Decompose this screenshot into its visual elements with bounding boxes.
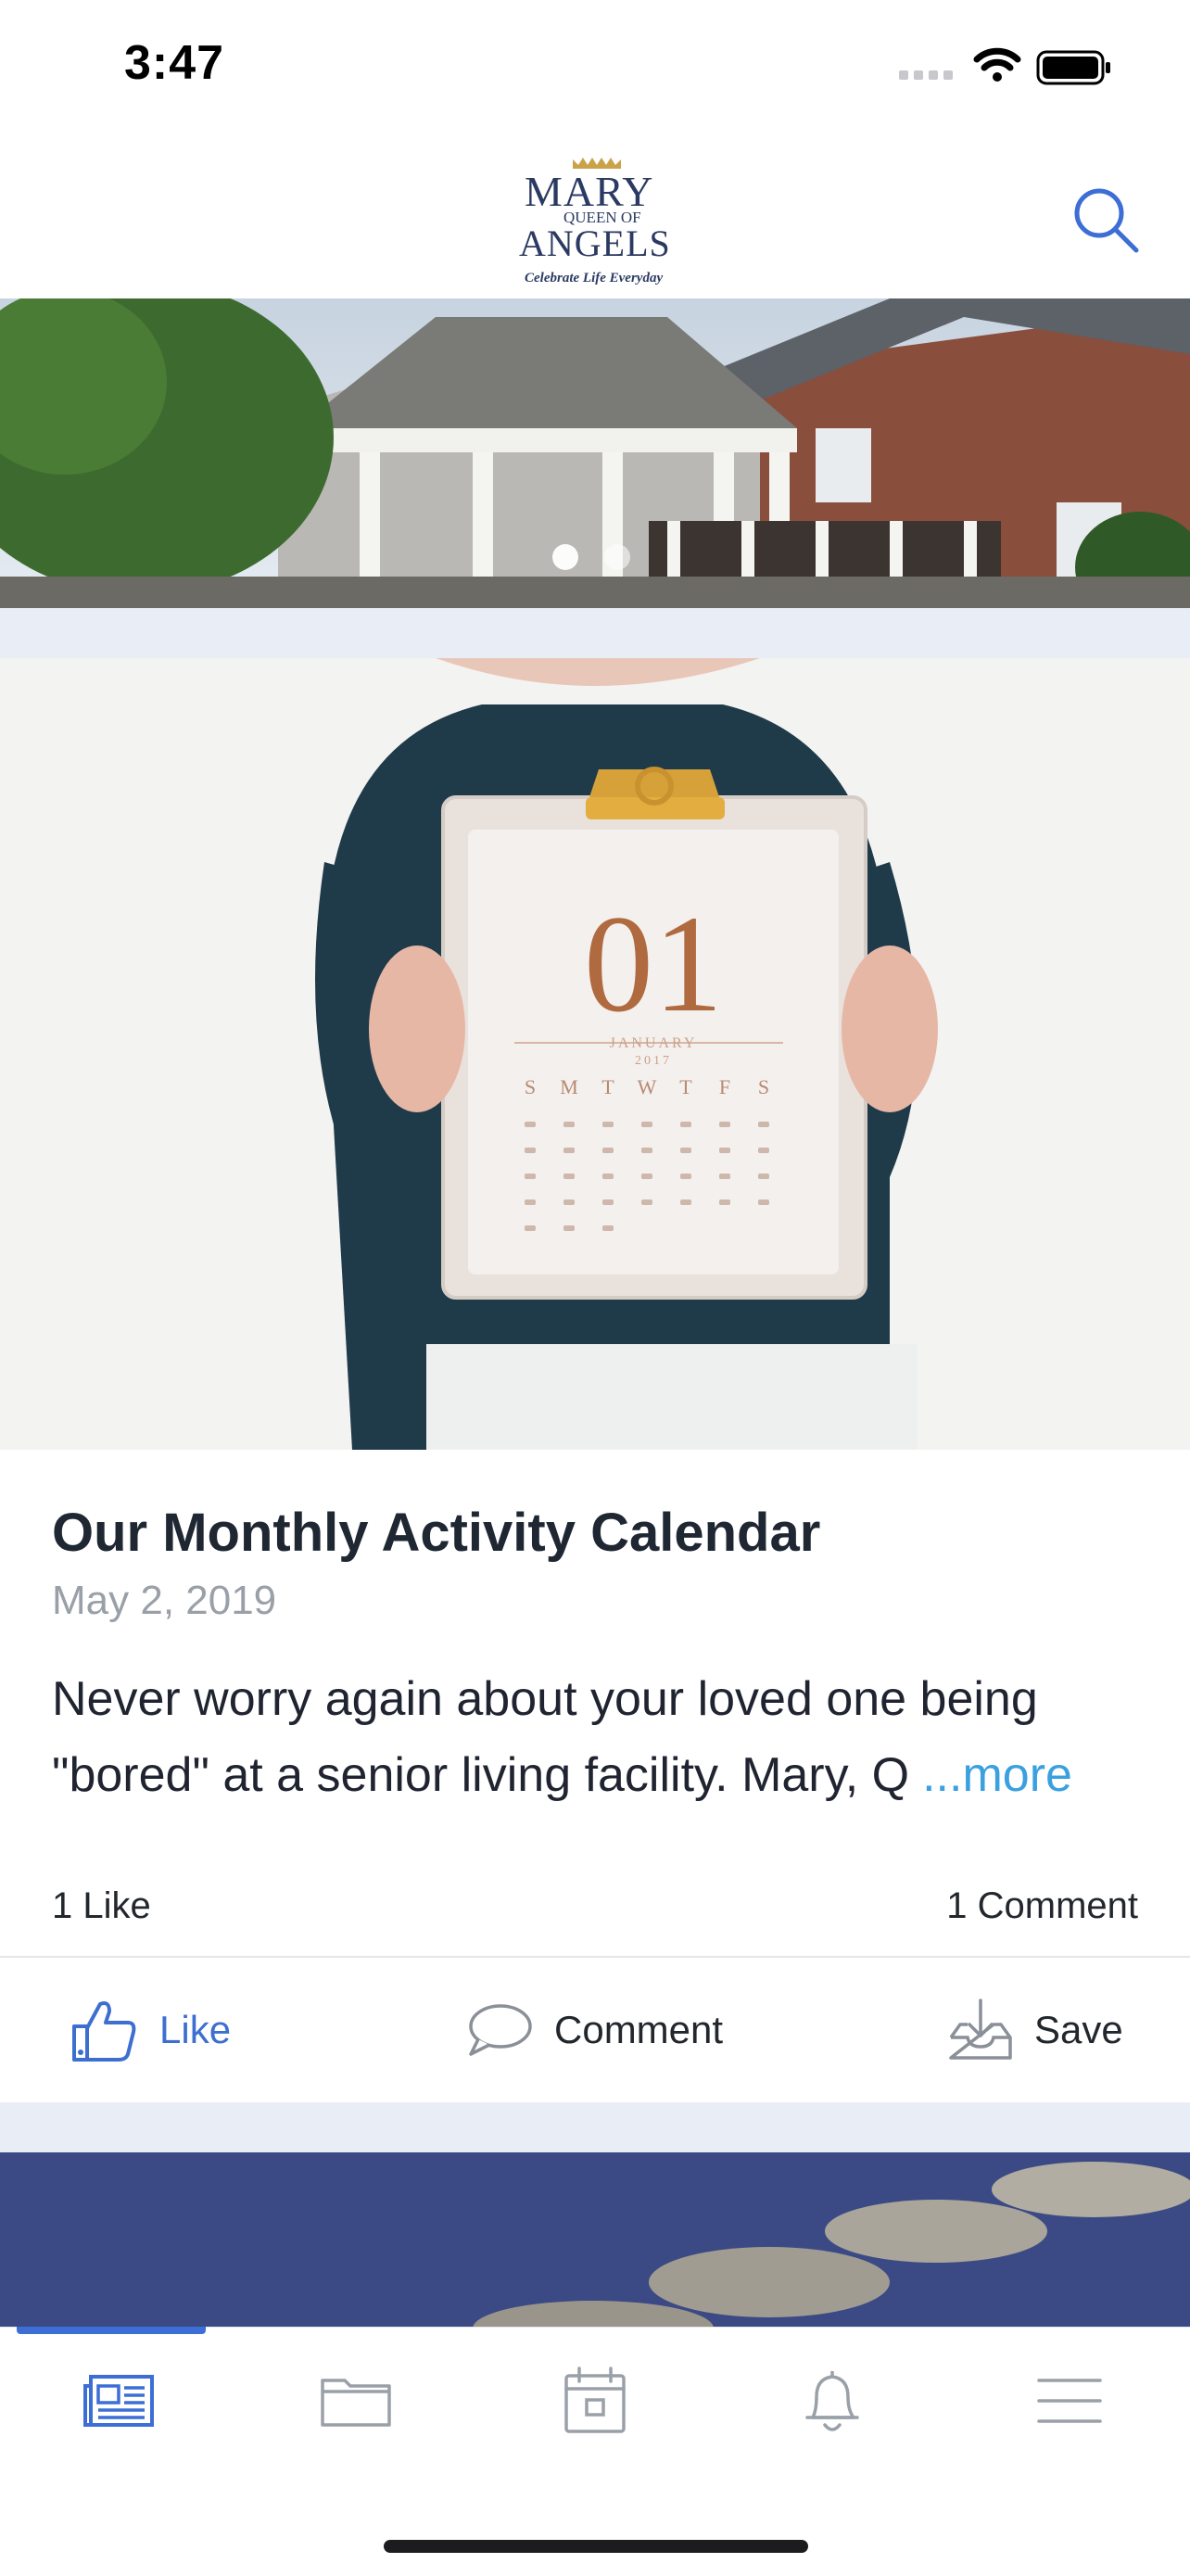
clipboard-date-cell xyxy=(563,1122,575,1127)
clipboard-date-cell xyxy=(525,1174,536,1179)
thumbs-up-icon xyxy=(72,2001,136,2062)
clipboard-date-cell xyxy=(680,1174,691,1179)
comment-button[interactable]: Comment xyxy=(463,1993,723,2067)
menu-icon xyxy=(1037,2379,1102,2423)
tab-notifications[interactable] xyxy=(777,2354,888,2447)
tab-files[interactable] xyxy=(300,2354,411,2447)
clipboard-date-cell xyxy=(641,1199,652,1205)
folder-icon xyxy=(321,2379,391,2427)
home-indicator[interactable] xyxy=(384,2540,808,2553)
clipboard-date-cell xyxy=(758,1199,769,1205)
comment-bubble-icon xyxy=(469,2004,532,2056)
signal-icon xyxy=(899,70,953,80)
post-date: May 2, 2019 xyxy=(52,1578,277,1623)
excerpt-line-2: "bored" at a senior living facility. Mar… xyxy=(52,1737,1108,1813)
clipboard-month: JANUARY xyxy=(610,1035,698,1051)
clipboard-date-cell xyxy=(525,1225,536,1231)
clipboard-weekday: F xyxy=(719,1075,730,1098)
clipboard-weekday: W xyxy=(638,1075,657,1098)
clipboard-date-cell xyxy=(719,1174,730,1179)
clipboard-date-cell xyxy=(719,1199,730,1205)
carousel-dots xyxy=(552,544,636,572)
post-excerpt[interactable]: Never worry again about your loved one b… xyxy=(52,1661,1108,1813)
clipboard-date-cell xyxy=(563,1225,575,1231)
search-icon[interactable] xyxy=(1066,182,1146,256)
post-title[interactable]: Our Monthly Activity Calendar xyxy=(52,1502,820,1564)
clipboard-weekday: T xyxy=(679,1075,692,1098)
logo-tagline: Celebrate Life Everyday xyxy=(525,271,663,286)
post-image[interactable]: 01 JANUARY 2017 SMTWTFS xyxy=(0,658,1190,1450)
clipboard-date-cell xyxy=(680,1199,691,1205)
second-post-image[interactable] xyxy=(0,2152,1190,2329)
clipboard-date-cell xyxy=(602,1122,614,1127)
clipboard-date-cell xyxy=(680,1148,691,1153)
comment-label: Comment xyxy=(554,2008,724,2051)
clipboard-date-cell xyxy=(680,1122,691,1127)
clipboard-date-cell xyxy=(758,1148,769,1153)
clipboard-weekday: T xyxy=(601,1075,614,1098)
clipboard-date-cell xyxy=(758,1122,769,1127)
calendar-icon xyxy=(564,2367,626,2433)
clipboard-date-cell xyxy=(641,1174,652,1179)
tab-calendar[interactable] xyxy=(539,2354,651,2447)
section-gap xyxy=(0,608,1190,658)
like-button[interactable]: Like xyxy=(69,1993,231,2067)
app-logo[interactable]: MARY QUEEN OF ANGELS Celebrate Life Ever… xyxy=(512,152,678,287)
clipboard-date-cell xyxy=(602,1148,614,1153)
download-tray-icon xyxy=(949,1999,1012,2060)
clipboard-date-cell xyxy=(719,1122,730,1127)
clipboard-date-cell xyxy=(525,1148,536,1153)
status-time: 3:47 xyxy=(124,36,225,90)
clipboard-weekday: S xyxy=(525,1075,536,1098)
clipboard-date-cell xyxy=(563,1148,575,1153)
clipboard-date-cell xyxy=(641,1148,652,1153)
clipboard-date-cell xyxy=(602,1225,614,1231)
battery-icon xyxy=(1036,50,1110,85)
wifi-icon xyxy=(973,47,1021,82)
clipboard-number: 01 xyxy=(584,887,723,1041)
clipboard-date-cell xyxy=(563,1199,575,1205)
save-label: Save xyxy=(1034,2008,1123,2051)
comments-count[interactable]: 1 Comment xyxy=(946,1885,1138,1927)
clipboard-date-cell xyxy=(602,1174,614,1179)
clipboard-weekday: M xyxy=(560,1075,578,1098)
newspaper-icon xyxy=(83,2375,154,2427)
tab-news[interactable] xyxy=(63,2354,174,2447)
clipboard-year: 2017 xyxy=(635,1054,672,1068)
clipboard-date-cell xyxy=(563,1174,575,1179)
clipboard-date-cell xyxy=(525,1122,536,1127)
excerpt-line-1: Never worry again about your loved one b… xyxy=(52,1672,1038,1726)
divider xyxy=(0,1956,1190,1958)
carousel-dot[interactable] xyxy=(604,544,630,570)
excerpt-line-2-text: "bored" at a senior living facility. Mar… xyxy=(52,1748,910,1802)
clipboard-weekday: S xyxy=(758,1075,769,1098)
more-link[interactable]: ...more xyxy=(922,1748,1072,1802)
bell-icon xyxy=(805,2371,859,2431)
save-button[interactable]: Save xyxy=(947,1993,1123,2067)
active-tab-indicator xyxy=(17,2327,206,2334)
clipboard-date-cell xyxy=(641,1122,652,1127)
clipboard-date-cell xyxy=(602,1199,614,1205)
clipboard-date-cell xyxy=(525,1199,536,1205)
likes-count[interactable]: 1 Like xyxy=(52,1885,151,1927)
logo-line3: ANGELS xyxy=(519,222,671,264)
clipboard-date-cell xyxy=(758,1174,769,1179)
tab-menu[interactable] xyxy=(1014,2354,1125,2447)
section-gap xyxy=(0,2102,1190,2152)
carousel-dot-active[interactable] xyxy=(552,544,578,570)
like-label: Like xyxy=(159,2008,232,2051)
clipboard-date-cell xyxy=(719,1148,730,1153)
